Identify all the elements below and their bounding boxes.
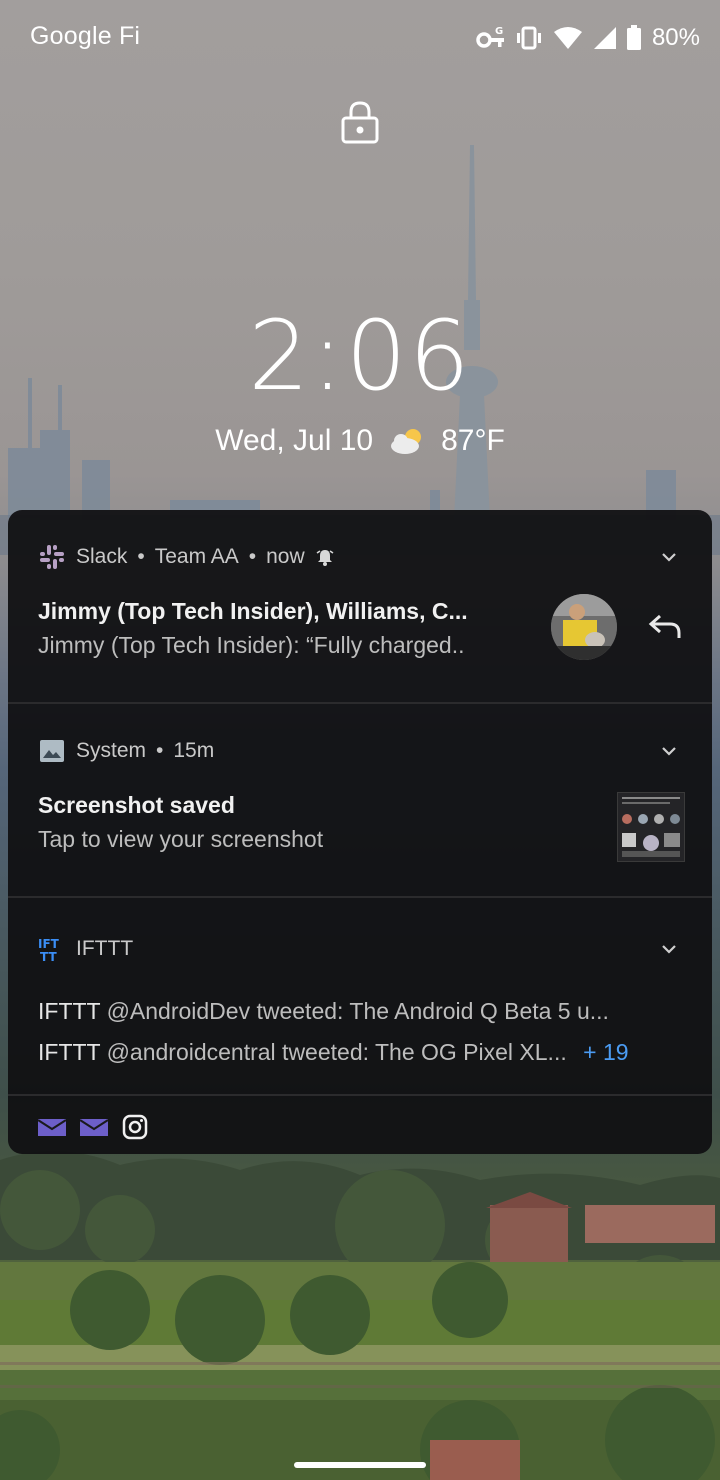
instagram-icon (122, 1114, 148, 1140)
reply-icon[interactable] (648, 610, 682, 644)
screenshot-thumbnail (617, 792, 685, 862)
separator-dot: • (156, 739, 164, 762)
home-gesture-bar[interactable] (294, 1462, 426, 1468)
battery-percent: 80% (651, 24, 700, 51)
message-sender: IFTTT (38, 998, 101, 1024)
image-icon (40, 740, 64, 762)
vibrate-icon (516, 26, 541, 50)
battery-icon (626, 25, 641, 50)
message-text: @AndroidDev tweeted: The Android Q Beta … (106, 998, 609, 1024)
vpn-key-icon: G (476, 26, 504, 48)
status-icons: G 80% (476, 20, 700, 56)
clock-time: 2:06 (248, 300, 472, 412)
avatar (551, 594, 617, 660)
notification-title: Jimmy (Top Tech Insider), Williams, C... (38, 598, 468, 624)
alert-bell-icon (316, 550, 334, 566)
app-name: IFTTT (76, 937, 134, 960)
date-weather-row[interactable]: Wed, Jul 10 87°F (0, 424, 720, 458)
notification-time: now (266, 545, 305, 568)
slack-notification[interactable]: Slack • Team AA • now Jimmy (Top Tech In… (8, 510, 712, 702)
chevron-down-icon[interactable] (658, 546, 680, 568)
chevron-down-icon[interactable] (658, 740, 680, 762)
svg-text:IFT: IFT (38, 937, 60, 951)
wifi-icon (553, 27, 582, 49)
svg-text:G: G (495, 26, 503, 37)
separator-dot: • (137, 545, 145, 568)
notification-header: IFT TT IFTTT (38, 933, 133, 965)
date-label: Wed, Jul 10 (215, 424, 374, 457)
message-line: IFTTT @AndroidDev tweeted: The Android Q… (38, 998, 609, 1025)
notification-title: Screenshot saved (38, 792, 235, 818)
lock-screen: Google Fi G 80% 2:06 Wed, Jul 10 87°F Sl… (0, 0, 720, 1480)
slack-icon (40, 545, 64, 569)
ifttt-notification[interactable]: IFT TT IFTTT IFTTT @AndroidDev tweeted: … (8, 898, 712, 1094)
carrier-name: Google Fi (30, 22, 141, 50)
lock-icon[interactable] (340, 100, 380, 144)
partly-cloudy-icon (391, 429, 422, 454)
overflow-icons-row[interactable] (38, 1114, 148, 1140)
notification-header: Slack • Team AA • now (38, 541, 335, 573)
separator-dot: • (248, 545, 257, 568)
notification-meta: Team AA (154, 545, 239, 568)
more-count-badge: + 19 (583, 1039, 629, 1065)
chevron-down-icon[interactable] (658, 938, 680, 960)
notification-body: Jimmy (Top Tech Insider): “Fully charged… (38, 632, 465, 658)
notification-header: System • 15m (38, 735, 214, 767)
notification-panel: Slack • Team AA • now Jimmy (Top Tech In… (8, 510, 712, 1154)
mail-icon (80, 1119, 108, 1136)
ifttt-icon: IFT TT (38, 937, 60, 963)
message-sender: IFTTT (38, 1039, 101, 1065)
svg-text:TT: TT (40, 950, 57, 963)
notification-body: Tap to view your screenshot (38, 826, 324, 852)
mail-icon (38, 1119, 66, 1136)
message-text: @androidcentral tweeted: The OG Pixel XL… (106, 1039, 567, 1065)
temperature-label: 87°F (441, 424, 505, 457)
message-line: IFTTT @androidcentral tweeted: The OG Pi… (38, 1039, 629, 1066)
app-name: Slack (76, 545, 128, 568)
cell-signal-icon (593, 27, 616, 49)
divider (8, 1094, 712, 1096)
app-name: System (76, 739, 147, 762)
status-bar: Google Fi G 80% (0, 0, 720, 76)
notification-time: 15m (173, 739, 215, 762)
screenshot-notification[interactable]: System • 15m Screenshot saved Tap to vie… (8, 704, 712, 896)
